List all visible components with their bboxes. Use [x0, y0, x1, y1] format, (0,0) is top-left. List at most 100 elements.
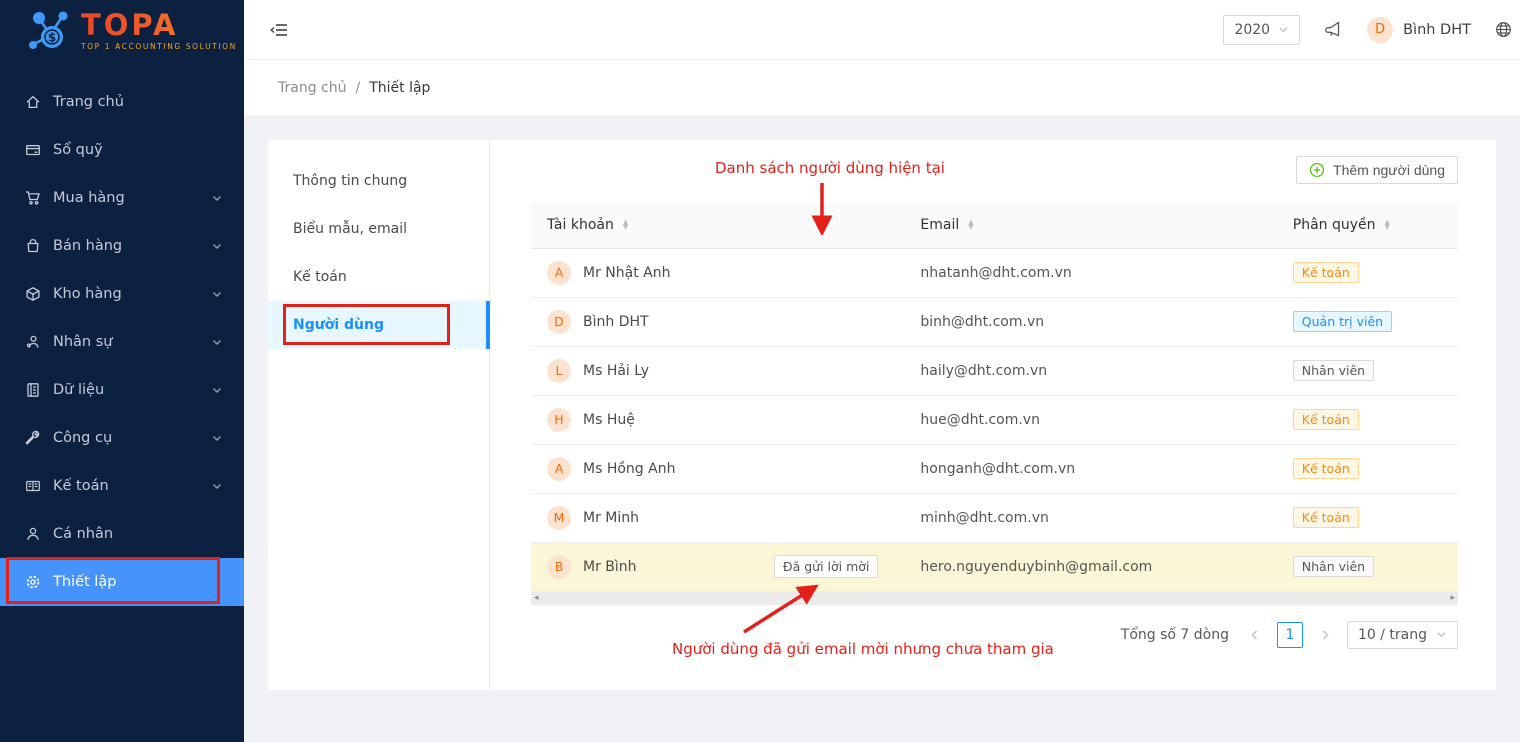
sidebar-item-mua-hang[interactable]: Mua hàng: [0, 174, 244, 222]
avatar: L: [547, 358, 571, 383]
sidebar-item-du-lieu[interactable]: Dữ liệu: [0, 366, 244, 414]
user-email: nhatanh@dht.com.vn: [904, 248, 1277, 298]
tools-icon: [24, 430, 42, 446]
scroll-left-icon[interactable]: ◂: [534, 592, 539, 605]
horizontal-scrollbar[interactable]: ◂ ▸: [531, 591, 1458, 605]
sidebar-item-nhan-su[interactable]: Nhân sự: [0, 318, 244, 366]
sort-icon: ▲ ▼: [1384, 218, 1390, 232]
cube-icon: [24, 286, 42, 302]
app-logo[interactable]: $ TOPA TOP 1 ACCOUNTING SOLUTION: [0, 0, 244, 62]
avatar: A: [547, 456, 571, 481]
fiscal-year-select[interactable]: 2020: [1223, 14, 1301, 45]
pagination: Tổng số 7 dòng 1 10 / trang: [531, 620, 1458, 649]
table-row[interactable]: D Bình DHT binh@dht.com.vn Quản trị viên: [531, 297, 1458, 347]
avatar: D: [1367, 16, 1394, 43]
chevron-down-icon: [212, 433, 222, 443]
sort-icon: ▲ ▼: [622, 218, 629, 232]
table-row[interactable]: A Ms Hồng Anh honganh@dht.com.vn Kế toán: [531, 444, 1458, 494]
tab-nguoi-dung[interactable]: Người dùng: [268, 301, 490, 349]
sidebar-item-trang-chu[interactable]: Trang chủ: [0, 78, 244, 126]
home-icon: [24, 94, 42, 110]
user-email: haily@dht.com.vn: [904, 346, 1277, 396]
table-row[interactable]: L Ms Hải Ly haily@dht.com.vn Nhân viên: [531, 346, 1458, 396]
avatar: B: [547, 554, 571, 579]
sidebar-menu: Trang chủ Sổ quỹ Mua hàng Bán hàng Kho h…: [0, 78, 244, 606]
breadcrumb-current: Thiết lập: [369, 79, 431, 96]
top-header: 2020 D Bình DHT: [244, 0, 1520, 60]
chevron-down-icon: [212, 241, 222, 251]
chevron-down-icon: [1279, 27, 1288, 33]
invitation-sent-badge: Đã gửi lời mời: [773, 555, 879, 578]
user-fullname: Ms Hồng Anh: [583, 460, 676, 477]
tab-bieu-mau-email[interactable]: Biểu mẫu, email: [268, 205, 489, 253]
user-email: hero.nguyenduybinh@gmail.com: [904, 542, 1277, 592]
chevron-down-icon: [212, 193, 222, 203]
sidebar: $ TOPA TOP 1 ACCOUNTING SOLUTION Trang c…: [0, 0, 244, 742]
sidebar-item-ban-hang[interactable]: Bán hàng: [0, 222, 244, 270]
data-icon: [24, 382, 42, 398]
scroll-right-icon[interactable]: ▸: [1450, 592, 1455, 605]
gear-icon: [24, 574, 42, 590]
pagination-page-1[interactable]: 1: [1276, 621, 1303, 648]
staff-icon: [24, 334, 42, 350]
chevron-down-icon: [212, 289, 222, 299]
user-name: Bình DHT: [1403, 21, 1471, 38]
settings-card: Thông tin chung Biểu mẫu, email Kế toán …: [268, 140, 1496, 690]
tab-ke-toan[interactable]: Kế toán: [268, 253, 489, 301]
role-badge: Kế toán: [1292, 458, 1359, 479]
role-badge: Quản trị viên: [1292, 311, 1393, 332]
breadcrumb-home[interactable]: Trang chủ: [278, 80, 346, 96]
table-header-row: Tài khoản ▲ ▼ Email ▲ ▼ Phân quyền ▲ ▼: [531, 203, 1458, 249]
sidebar-item-cong-cu[interactable]: Công cụ: [0, 414, 244, 462]
table-row-invited[interactable]: B Mr Bình Đã gửi lời mời hero.nguyenduybin…: [531, 542, 1458, 592]
logo-text: TOPA TOP 1 ACCOUNTING SOLUTION: [81, 11, 237, 51]
users-table: Tài khoản ▲ ▼ Email ▲ ▼ Phân quyền ▲ ▼ A Mr Nhậ…: [531, 203, 1458, 592]
chevron-down-icon: [1437, 632, 1446, 638]
add-user-button[interactable]: Thêm người dùng: [1296, 156, 1458, 184]
fiscal-year-value: 2020: [1234, 21, 1271, 38]
avatar: M: [547, 505, 571, 530]
svg-text:$: $: [48, 31, 56, 45]
globe-icon[interactable]: [1495, 21, 1512, 38]
column-header-email[interactable]: Email ▲ ▼: [904, 203, 1277, 249]
brand-subtitle: TOP 1 ACCOUNTING SOLUTION: [81, 42, 237, 52]
announcement-icon[interactable]: [1324, 21, 1343, 38]
sidebar-item-ke-toan[interactable]: Kế toán: [0, 462, 244, 510]
pagination-prev-button[interactable]: [1243, 622, 1267, 648]
table-row[interactable]: M Mr Minh minh@dht.com.vn Kế toán: [531, 493, 1458, 543]
user-email: hue@dht.com.vn: [904, 395, 1277, 445]
user-fullname: Mr Nhật Anh: [583, 264, 671, 281]
column-header-account[interactable]: Tài khoản ▲ ▼: [531, 203, 905, 249]
sort-icon: ▲ ▼: [968, 218, 974, 232]
content-area: Thông tin chung Biểu mẫu, email Kế toán …: [244, 115, 1520, 742]
ledger-icon: [24, 478, 42, 494]
bag-icon: [24, 238, 42, 254]
sidebar-item-so-quy[interactable]: Sổ quỹ: [0, 126, 244, 174]
pagination-total: Tổng số 7 dòng: [1120, 626, 1229, 643]
user-email: minh@dht.com.vn: [904, 493, 1277, 543]
sidebar-item-thiet-lap[interactable]: Thiết lập: [0, 558, 244, 606]
tab-thong-tin-chung[interactable]: Thông tin chung: [268, 157, 489, 205]
pagination-next-button[interactable]: [1313, 622, 1337, 648]
role-badge: Kế toán: [1292, 507, 1359, 528]
sidebar-item-kho-hang[interactable]: Kho hàng: [0, 270, 244, 318]
users-panel: Thêm người dùng Tài khoản ▲ ▼ Email ▲ ▼ Phân…: [490, 140, 1496, 690]
user-menu[interactable]: D Bình DHT: [1367, 16, 1471, 43]
role-badge: Kế toán: [1292, 262, 1359, 283]
column-header-role[interactable]: Phân quyền ▲ ▼: [1276, 203, 1458, 249]
table-row[interactable]: H Ms Huệ hue@dht.com.vn Kế toán: [531, 395, 1458, 445]
logo-molecule-dollar-icon: $: [28, 8, 72, 54]
user-fullname: Bình DHT: [583, 313, 649, 330]
topbar-right: 2020 D Bình DHT: [1223, 14, 1512, 45]
user-email: binh@dht.com.vn: [904, 297, 1277, 347]
chevron-down-icon: [212, 481, 222, 491]
avatar: D: [547, 309, 571, 334]
breadcrumb-separator: /: [355, 79, 361, 96]
chevron-down-icon: [212, 385, 222, 395]
sidebar-item-ca-nhan[interactable]: Cá nhân: [0, 510, 244, 558]
plus-circle-icon: [1309, 162, 1325, 178]
user-fullname: Ms Huệ: [583, 411, 635, 428]
page-size-select[interactable]: 10 / trang: [1346, 620, 1458, 649]
table-row[interactable]: A Mr Nhật Anh nhatanh@dht.com.vn Kế toán: [531, 248, 1458, 298]
menu-fold-icon[interactable]: [270, 22, 288, 38]
